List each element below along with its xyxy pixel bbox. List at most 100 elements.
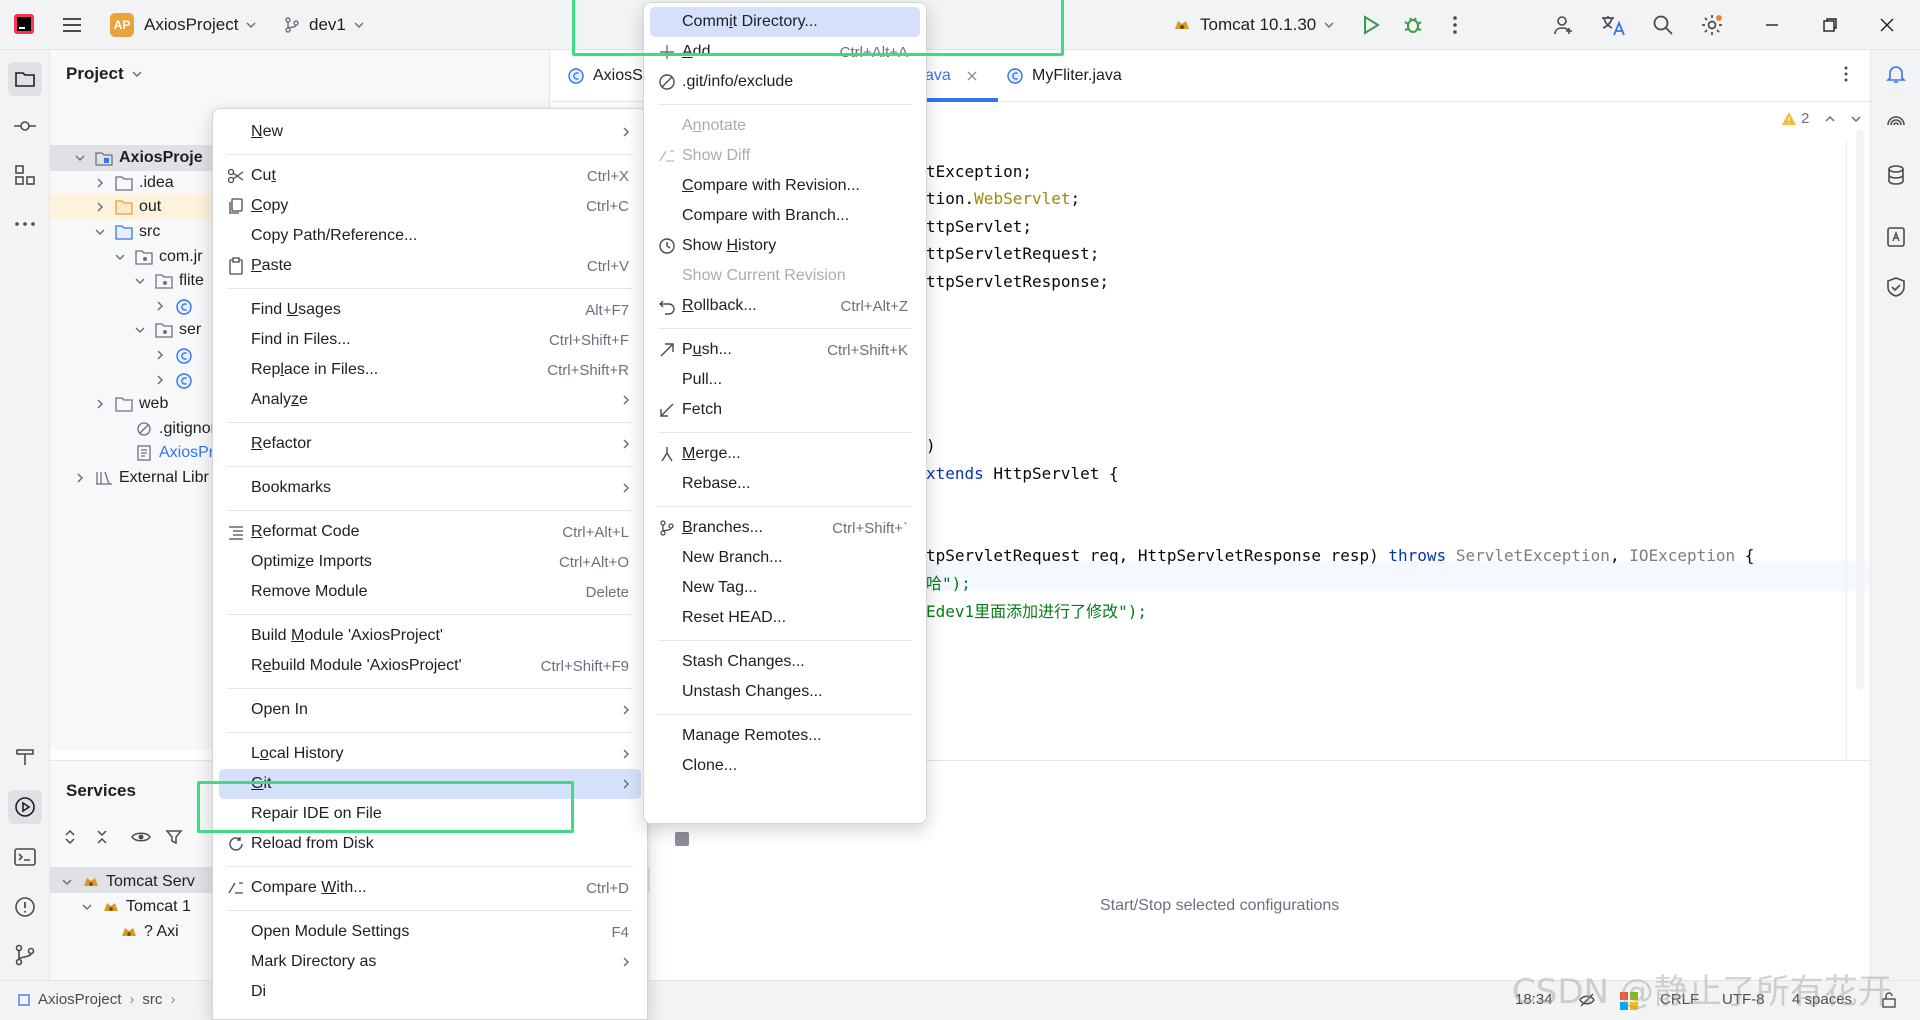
chevron-down-icon[interactable] xyxy=(80,900,94,914)
problems-tool-icon[interactable] xyxy=(13,895,37,919)
menu-item-rebase[interactable]: Rebase... xyxy=(650,469,920,499)
editor-scrollbar[interactable] xyxy=(1856,130,1864,690)
tab-axios-servlet[interactable]: AxiosS xyxy=(567,50,643,102)
code-line[interactable]: ttpServletResponse; xyxy=(926,268,1109,296)
chevron-down-icon[interactable] xyxy=(133,274,147,288)
menu-item-git-info-exclude[interactable]: .git/info/exclude xyxy=(650,67,920,97)
chevron-right-icon[interactable] xyxy=(153,299,167,313)
code-line[interactable]: xtends HttpServlet { xyxy=(926,460,1119,488)
menu-item-show-history[interactable]: Show History xyxy=(650,231,920,261)
menu-item-clone[interactable]: Clone... xyxy=(650,751,920,781)
build-tool-icon[interactable] xyxy=(13,744,37,768)
tab-active[interactable]: ava xyxy=(925,50,979,102)
menu-item-branches[interactable]: Branches... Ctrl+Shift+` xyxy=(650,513,920,543)
search-icon[interactable] xyxy=(1651,13,1675,37)
structure-tool-icon[interactable] xyxy=(13,163,37,187)
stop-icon[interactable] xyxy=(675,832,689,846)
chevron-down-icon[interactable] xyxy=(93,225,107,239)
chevron-right-icon[interactable] xyxy=(93,176,107,190)
add-user-icon[interactable] xyxy=(1552,13,1576,37)
menu-item-find-usages[interactable]: Find Usages Alt+F7 xyxy=(219,295,641,325)
chevron-down-icon[interactable] xyxy=(73,151,87,165)
project-switcher[interactable]: AP AxiosProject xyxy=(110,0,258,50)
code-line[interactable]: tException; xyxy=(926,158,1032,186)
tabs-more-icon[interactable] xyxy=(1836,64,1856,84)
menu-item-paste[interactable]: Paste Ctrl+V xyxy=(219,251,641,281)
git-tool-icon[interactable] xyxy=(13,943,37,967)
chevron-down-icon[interactable] xyxy=(60,875,74,889)
tab-myfliter[interactable]: MyFliter.java xyxy=(1006,50,1122,102)
settings-gear-icon[interactable] xyxy=(1700,13,1724,37)
menu-item-bookmarks[interactable]: Bookmarks xyxy=(219,473,641,503)
notifications-icon[interactable] xyxy=(1884,62,1908,86)
menu-item-copy[interactable]: Copy Ctrl+C xyxy=(219,191,641,221)
branch-switcher[interactable]: dev1 xyxy=(283,0,366,50)
close-window-icon[interactable] xyxy=(1875,13,1899,37)
code-line[interactable]: ) xyxy=(926,432,936,460)
code-line[interactable]: ttpServletRequest; xyxy=(926,240,1099,268)
chevron-right-icon[interactable] xyxy=(93,397,107,411)
terminal-tool-icon[interactable] xyxy=(13,845,37,869)
security-shield-icon[interactable] xyxy=(1884,275,1908,299)
run-config-selector[interactable]: Tomcat 10.1.30 xyxy=(1172,0,1336,50)
tree-node[interactable]: External Libr xyxy=(73,463,209,493)
menu-item-compare-with-revision[interactable]: Compare with Revision... xyxy=(650,171,920,201)
menu-item-new-branch[interactable]: New Branch... xyxy=(650,543,920,573)
menu-item-local-history[interactable]: Local History xyxy=(219,739,641,769)
project-tool-icon[interactable] xyxy=(8,62,42,96)
chevron-up-icon[interactable] xyxy=(1823,112,1837,126)
translate-icon[interactable] xyxy=(1600,13,1625,37)
menu-item-open-module-settings[interactable]: Open Module Settings F4 xyxy=(219,917,641,947)
menu-item-unstash-changes[interactable]: Unstash Changes... xyxy=(650,677,920,707)
menu-item-reformat-code[interactable]: Reformat Code Ctrl+Alt+L xyxy=(219,517,641,547)
menu-item-manage-remotes[interactable]: Manage Remotes... xyxy=(650,721,920,751)
expand-all-icon[interactable] xyxy=(60,827,80,847)
chevron-down-icon[interactable] xyxy=(1849,112,1863,126)
code-line[interactable]: ttpServlet; xyxy=(926,213,1032,241)
project-panel-header[interactable]: Project xyxy=(66,64,144,84)
ai-assistant-icon[interactable] xyxy=(1884,113,1908,137)
run-icon[interactable] xyxy=(1358,13,1382,37)
menu-item-push[interactable]: Push... Ctrl+Shift+K xyxy=(650,335,920,365)
code-line[interactable]: 哈"); xyxy=(926,570,971,598)
menu-item-cut[interactable]: Cut Ctrl+X xyxy=(219,161,641,191)
database-icon[interactable] xyxy=(1884,163,1908,187)
filter-icon[interactable] xyxy=(164,827,184,847)
restore-icon[interactable] xyxy=(1818,13,1842,37)
main-menu-icon[interactable] xyxy=(60,13,84,37)
services-tool-icon[interactable] xyxy=(8,790,42,824)
menu-item-remove-module[interactable]: Remove Module Delete xyxy=(219,577,641,607)
menu-item-build-module-axiosproject[interactable]: Build Module 'AxiosProject' xyxy=(219,621,641,651)
service-node[interactable]: ? Axi xyxy=(120,917,179,947)
chevron-down-icon[interactable] xyxy=(113,250,127,264)
code-line[interactable]: tpServletRequest req, HttpServletRespons… xyxy=(926,542,1754,570)
menu-item-rollback[interactable]: Rollback... Ctrl+Alt+Z xyxy=(650,291,920,321)
code-line[interactable]: tion.WebServlet; xyxy=(926,185,1080,213)
menu-item-compare-with-branch[interactable]: Compare with Branch... xyxy=(650,201,920,231)
more-tools-icon[interactable] xyxy=(13,212,37,236)
menu-item-refactor[interactable]: Refactor xyxy=(219,429,641,459)
menu-item-new[interactable]: New xyxy=(219,117,641,147)
menu-item-new-tag[interactable]: New Tag... xyxy=(650,573,920,603)
chevron-down-icon[interactable] xyxy=(133,323,147,337)
menu-item-open-in[interactable]: Open In xyxy=(219,695,641,725)
more-actions-icon[interactable] xyxy=(1443,13,1467,37)
commit-tool-icon[interactable] xyxy=(13,114,37,138)
debug-icon[interactable] xyxy=(1401,13,1425,37)
menu-item-mark-directory-as[interactable]: Mark Directory as xyxy=(219,947,641,977)
collapse-all-icon[interactable] xyxy=(92,827,112,847)
chevron-right-icon[interactable] xyxy=(153,348,167,362)
menu-item-optimize-imports[interactable]: Optimize Imports Ctrl+Alt+O xyxy=(219,547,641,577)
menu-item-compare-with[interactable]: Compare With... Ctrl+D xyxy=(219,873,641,903)
menu-item-copy-path-reference[interactable]: Copy Path/Reference... xyxy=(219,221,641,251)
menu-item-di[interactable]: Di xyxy=(219,977,641,1007)
menu-item-merge[interactable]: Merge... xyxy=(650,439,920,469)
chevron-right-icon[interactable] xyxy=(73,471,87,485)
breadcrumb-item[interactable]: src xyxy=(142,991,162,1008)
inspection-widget[interactable]: 2 xyxy=(1781,110,1863,127)
close-tab-icon[interactable] xyxy=(965,69,979,83)
chevron-right-icon[interactable] xyxy=(93,200,107,214)
menu-item-stash-changes[interactable]: Stash Changes... xyxy=(650,647,920,677)
menu-item-fetch[interactable]: Fetch xyxy=(650,395,920,425)
eye-icon[interactable] xyxy=(130,827,152,847)
